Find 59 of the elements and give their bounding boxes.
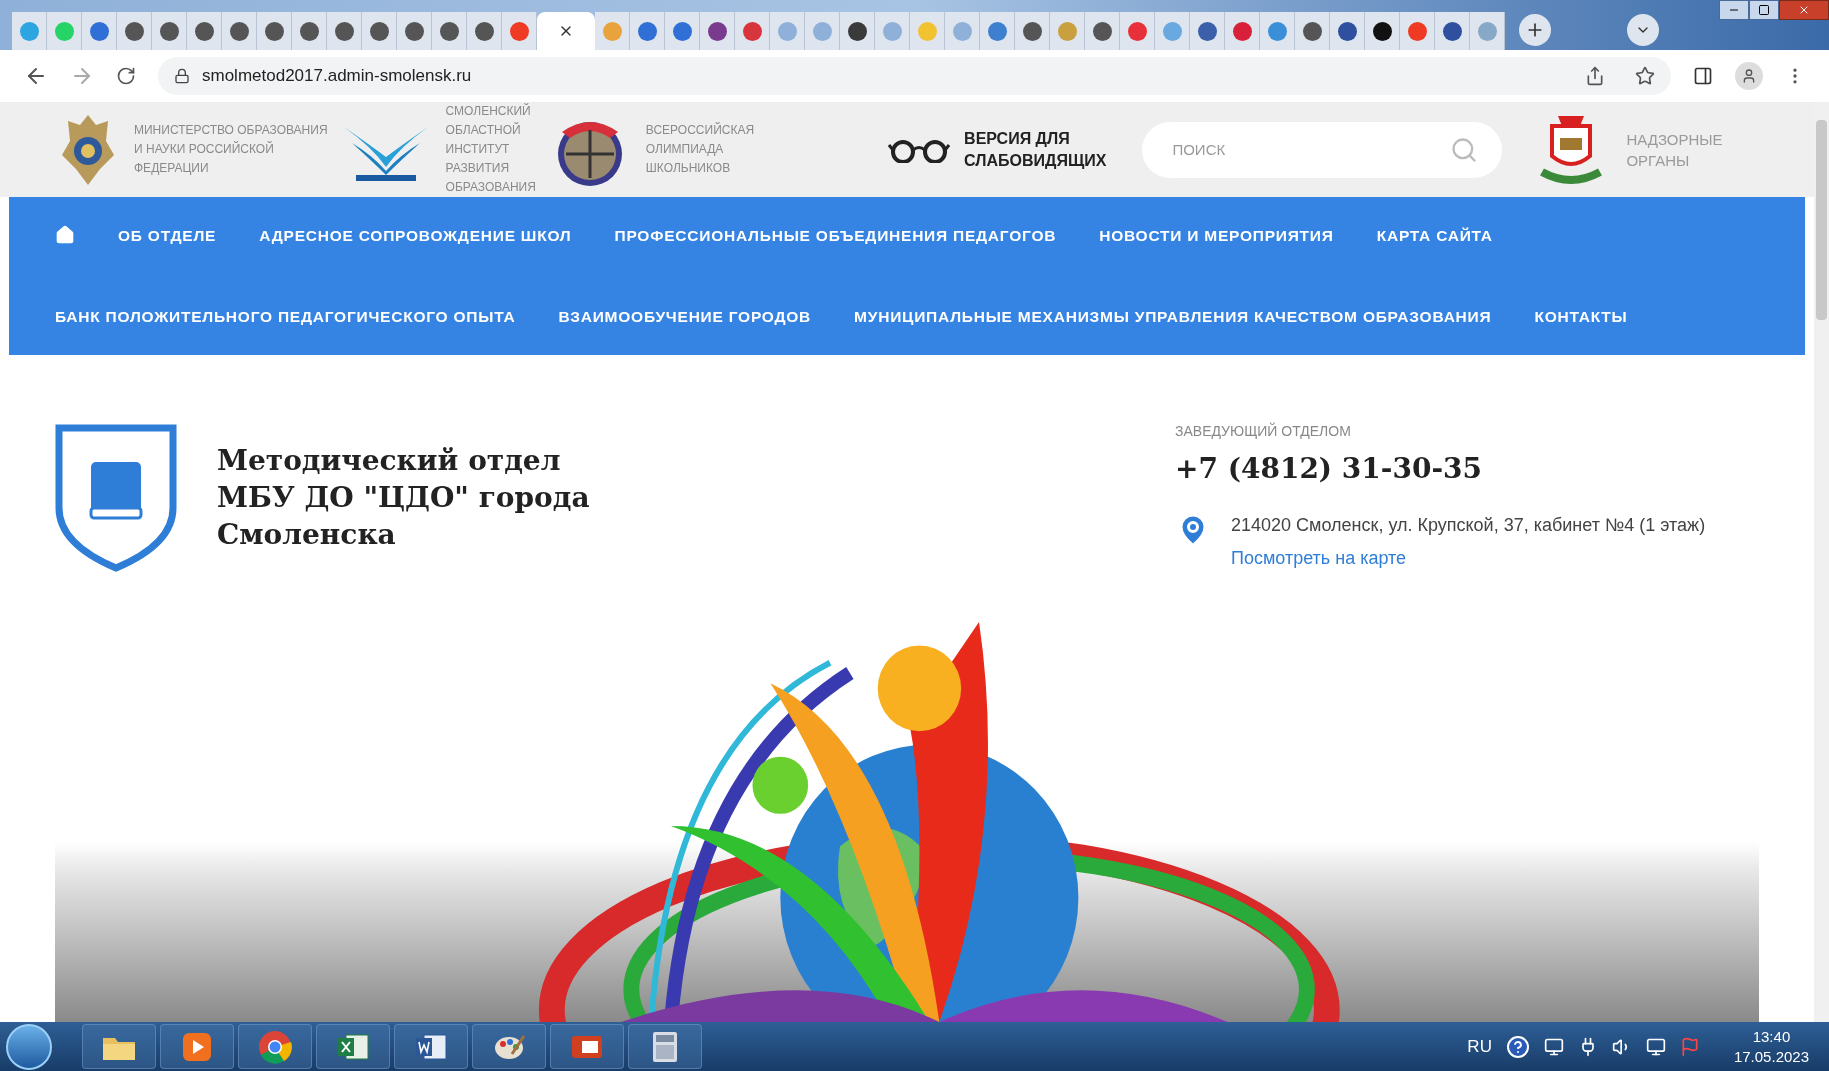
taskbar-app[interactable] (628, 1024, 702, 1069)
address-bar[interactable]: smolmetod2017.admin-smolensk.ru (158, 57, 1671, 95)
nav-link[interactable]: АДРЕСНОЕ СОПРОВОЖДЕНИЕ ШКОЛ (259, 223, 572, 247)
nav-link[interactable]: НОВОСТИ И МЕРОПРИЯТИЯ (1099, 223, 1334, 247)
url-text: smolmetod2017.admin-smolensk.ru (202, 65, 472, 88)
clock-time: 13:40 (1752, 1026, 1791, 1047)
partner-link[interactable]: МИНИСТЕРСТВО ОБРАЗОВАНИЯ И НАУКИ РОССИЙСКОЙ ФЕДЕРАЦИИ (134, 121, 328, 178)
browser-tab[interactable] (1435, 12, 1470, 50)
clock-date: 17.05.2023 (1733, 1046, 1809, 1067)
chrome-icon (258, 1029, 292, 1064)
nav-link[interactable]: ВЗАИМООБУЧЕНИЕ ГОРОДОВ (558, 305, 812, 329)
bookmark-star-icon[interactable] (1635, 66, 1655, 86)
nav-link[interactable]: КАРТА САЙТА (1376, 223, 1493, 247)
phone-number: +7 (4812) 31-30-35 (1175, 451, 1483, 487)
taskbar-app[interactable] (316, 1024, 390, 1069)
partner-link[interactable]: ВСЕРОССИЙСКАЯ ОЛИМПИАДА ШКОЛЬНИКОВ (645, 121, 755, 178)
browser-tab[interactable] (1330, 12, 1365, 50)
side-panel-icon[interactable] (1693, 66, 1713, 86)
nav-link[interactable]: МУНИЦИПАЛЬНЫЕ МЕХАНИЗМЫ УПРАВЛЕНИЯ КАЧЕСТВОМ ОБРАЗОВАНИЯ (854, 305, 1492, 329)
low-vision-link[interactable]: ВЕРСИЯ ДЛЯ СЛАБОВИДЯЩИХ (964, 127, 1107, 172)
department-title: Методический отдел МБУ ДО "ЦДО" города Смоленска (217, 443, 590, 553)
minimize-button[interactable] (1719, 0, 1749, 20)
taskbar-app[interactable] (160, 1024, 234, 1069)
supervisory-link[interactable]: НАДЗОРНЫЕ ОРГАНЫ (1626, 128, 1723, 171)
media-player-icon (182, 1031, 212, 1062)
search-field[interactable]: ПОИСК (1142, 121, 1503, 178)
nav-link[interactable]: ОБ ОТДЕЛЕ (118, 223, 217, 247)
taskbar-app[interactable] (394, 1024, 468, 1069)
address-text: 214020 Смоленск, ул. Крупской, 37, кабинет №4 (1 этаж) (1231, 514, 1706, 537)
taskbar-app[interactable] (238, 1024, 312, 1069)
share-icon[interactable] (1585, 66, 1605, 86)
head-label: ЗАВЕДУЮЩИЙ ОТДЕЛОМ (1175, 421, 1352, 441)
reload-icon[interactable] (116, 66, 136, 86)
home-icon[interactable] (55, 225, 75, 246)
browser-tab[interactable] (840, 12, 875, 50)
nav-link[interactable]: КОНТАКТЫ (1534, 305, 1628, 329)
map-link[interactable]: Посмотреть на карте (1231, 545, 1706, 572)
taskbar-app[interactable] (550, 1024, 624, 1069)
tab-search-button[interactable] (1627, 14, 1659, 46)
spreadsheet-icon (336, 1031, 370, 1062)
calculator-icon (652, 1030, 678, 1063)
nav-link[interactable]: БАНК ПОЛОЖИТЕЛЬНОГО ПЕДАГОГИЧЕСКОГО ОПЫТА (55, 305, 516, 329)
restore-button[interactable] (1749, 0, 1779, 20)
profile-icon[interactable] (1735, 62, 1763, 90)
scrollbar[interactable] (1814, 102, 1829, 1022)
display-icon[interactable] (1543, 1036, 1564, 1057)
browser-tab[interactable] (1365, 12, 1400, 50)
restore-icon (1758, 4, 1770, 16)
lock-icon (174, 68, 190, 84)
partner-link[interactable]: СМОЛЕНСКИЙ ОБЛАСТНОЙ ИНСТИТУТ РАЗВИТИЯ ОБРАЗОВАНИЯ (445, 102, 536, 197)
taskbar-app[interactable] (82, 1024, 156, 1069)
help-icon[interactable] (1505, 1034, 1530, 1059)
close-icon (1798, 4, 1810, 16)
new-tab-button[interactable] (1519, 14, 1551, 46)
document-icon (414, 1031, 448, 1062)
start-button[interactable] (6, 1023, 52, 1070)
language-indicator[interactable]: RU (1467, 1033, 1492, 1060)
taskbar-app[interactable] (472, 1024, 546, 1069)
nav-link[interactable]: ПРОФЕССИОНАЛЬНЫЕ ОБЪЕДИНЕНИЯ ПЕДАГОГОВ (614, 223, 1057, 247)
